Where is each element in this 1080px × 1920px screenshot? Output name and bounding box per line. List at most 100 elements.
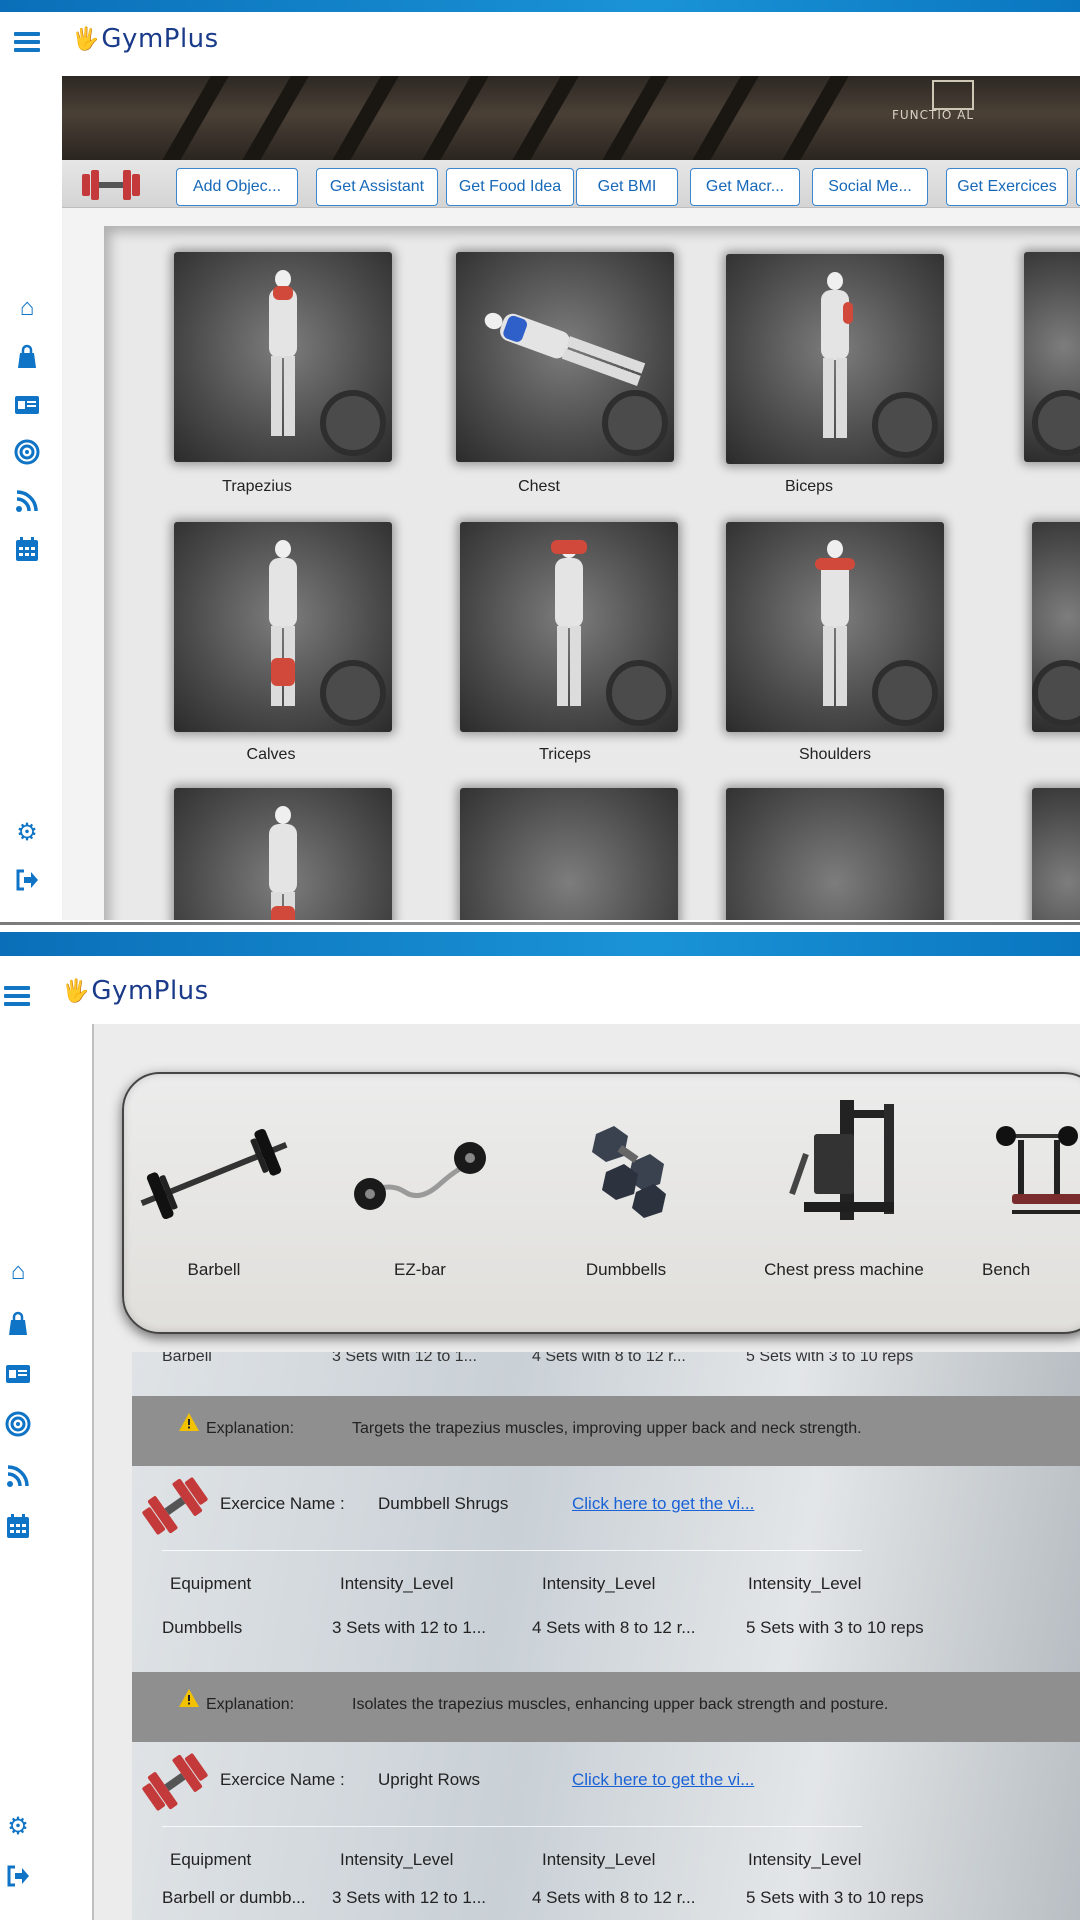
header-equipment: Equipment <box>170 1850 252 1869</box>
equipment-chest-press-machine[interactable]: Chest press machine <box>744 1074 944 1336</box>
cell-equipment: Barbell or dumbb... <box>162 1888 306 1907</box>
get-bmi-button[interactable]: Get BMI <box>576 168 678 206</box>
muscle-card-partial[interactable] <box>1032 522 1080 732</box>
header-intensity: Intensity_Level <box>748 1850 862 1869</box>
muscle-card-shoulders[interactable] <box>726 522 944 732</box>
add-object-button[interactable]: Add Objec... <box>176 168 298 206</box>
muscle-label: Biceps <box>784 478 834 495</box>
window-top-bar <box>0 0 1080 12</box>
dumbbell-icon <box>142 1477 208 1535</box>
target-icon[interactable] <box>13 438 41 466</box>
sign-out-icon[interactable] <box>4 1862 32 1890</box>
explanation-bar: Explanation: Targets the trapezius muscl… <box>132 1396 1080 1466</box>
exercise-row-partial: Barbell 3 Sets with 12 to 1... 4 Sets wi… <box>132 1352 1080 1396</box>
muscle-label: Calves <box>246 746 296 763</box>
cell-equipment: Barbell <box>162 1352 212 1365</box>
home-icon[interactable]: ⌂ <box>4 1258 32 1286</box>
menu-icon[interactable] <box>4 984 32 1008</box>
equipment-bench[interactable]: Bench <box>972 1074 1080 1336</box>
banner-text: FUNCTIO AL <box>892 108 975 122</box>
header-intensity: Intensity_Level <box>340 1850 454 1869</box>
window-top-bar <box>0 932 1080 956</box>
exercise-name-label: Exercice Name : <box>220 1770 345 1789</box>
app-logo: 🖐 GymPlus <box>62 976 209 1006</box>
get-food-idea-button[interactable]: Get Food Idea <box>446 168 574 206</box>
cell-equipment: Dumbbells <box>162 1618 243 1637</box>
calendar-icon[interactable] <box>4 1512 32 1540</box>
id-card-icon[interactable] <box>4 1360 32 1388</box>
equipment-ez-bar[interactable]: EZ-bar <box>330 1074 510 1336</box>
get-exercices-button[interactable]: Get Exercices <box>946 168 1068 206</box>
equipment-dumbbells[interactable]: Dumbbells <box>536 1074 716 1336</box>
exercise-card: Exercice Name : Dumbbell Shrugs Click he… <box>132 1466 1080 1672</box>
screen-bottom: 🖐 GymPlus ⌂ ⚙ Barbell 3 Sets with 12 to … <box>0 932 1080 1920</box>
get-macros-button[interactable]: Get Macr... <box>690 168 800 206</box>
cell-intensity: 3 Sets with 12 to 1... <box>332 1888 487 1907</box>
muscle-card-calves[interactable] <box>174 522 392 732</box>
muscle-card-glutes[interactable] <box>726 788 944 920</box>
equipment-label: Barbell <box>187 1260 241 1279</box>
muscle-grid: Trapezius Chest Biceps Calves Triceps Sh… <box>104 226 1080 920</box>
dumbbell-icon <box>142 1753 208 1811</box>
muscle-card-biceps[interactable] <box>726 254 944 464</box>
bench-icon <box>996 1126 1080 1214</box>
id-card-icon[interactable] <box>13 391 41 419</box>
muscle-card-trapezius[interactable] <box>174 252 392 462</box>
exercise-list: Barbell 3 Sets with 12 to 1... 4 Sets wi… <box>132 1352 1080 1920</box>
header-intensity: Intensity_Level <box>748 1574 862 1593</box>
target-icon[interactable] <box>4 1410 32 1438</box>
equipment-label: EZ-bar <box>394 1260 446 1279</box>
main-content: FUNCTIO AL Add Objec... Get Assistant Ge… <box>62 76 1080 920</box>
muscle-card-quadriceps[interactable] <box>174 788 392 920</box>
header-intensity: Intensity_Level <box>542 1574 656 1593</box>
chest-press-machine-icon <box>789 1100 894 1220</box>
cell-intensity: 4 Sets with 8 to 12 r... <box>532 1888 696 1907</box>
muscle-card-hamstrings[interactable] <box>460 788 678 920</box>
muscle-card-partial[interactable] <box>1032 788 1080 920</box>
video-link[interactable]: Click here to get the vi... <box>572 1770 754 1790</box>
header-intensity: Intensity_Level <box>542 1850 656 1869</box>
screen-top: 🖐 GymPlus ⌂ ⚙ FUNCTIO AL Add Objec... Ge… <box>0 0 1080 920</box>
shopping-bag-icon[interactable] <box>13 343 41 371</box>
cell-intensity: 4 Sets with 8 to 12 r... <box>532 1618 696 1637</box>
explanation-text: Targets the trapezius muscles, improving… <box>352 1420 862 1437</box>
muscle-card-partial[interactable] <box>1024 252 1080 462</box>
warning-icon <box>179 1689 199 1707</box>
exercise-name: Dumbbell Shrugs <box>378 1494 509 1513</box>
cell-intensity: 5 Sets with 3 to 10 reps <box>746 1888 924 1907</box>
rss-icon[interactable] <box>13 487 41 515</box>
home-icon[interactable]: ⌂ <box>13 294 41 322</box>
cell-intensity: 5 Sets with 3 to 10 reps <box>746 1352 914 1365</box>
logo-mark-icon: 🖐 <box>72 26 100 52</box>
social-media-button[interactable]: Social Me... <box>812 168 928 206</box>
video-link[interactable]: Click here to get the vi... <box>572 1494 754 1514</box>
cell-intensity: 3 Sets with 12 to 1... <box>332 1618 487 1637</box>
cell-intensity: 5 Sets with 3 to 10 reps <box>746 1618 924 1637</box>
equipment-label: Bench <box>982 1260 1031 1279</box>
equipment-barbell[interactable]: Barbell <box>124 1074 304 1336</box>
explanation-label: Explanation: <box>206 1420 295 1437</box>
menu-icon[interactable] <box>14 30 42 54</box>
cell-intensity: 3 Sets with 12 to 1... <box>332 1352 477 1365</box>
muscle-card-triceps[interactable] <box>460 522 678 732</box>
muscle-label: Triceps <box>539 746 591 763</box>
muscle-card-chest[interactable] <box>456 252 674 462</box>
gear-icon[interactable]: ⚙ <box>4 1812 32 1840</box>
gear-icon[interactable]: ⚙ <box>13 818 41 846</box>
get-assistant-button[interactable]: Get Assistant <box>316 168 438 206</box>
calendar-icon[interactable] <box>13 535 41 563</box>
explanation-bar: Explanation: Isolates the trapezius musc… <box>132 1672 1080 1742</box>
cell-intensity: 4 Sets with 8 to 12 r... <box>532 1352 686 1365</box>
shopping-bag-icon[interactable] <box>4 1310 32 1338</box>
exercise-name-label: Exercice Name : <box>220 1494 345 1513</box>
ez-bar-icon <box>354 1142 486 1210</box>
rss-icon[interactable] <box>4 1462 32 1490</box>
warning-icon <box>179 1413 199 1431</box>
sign-out-icon[interactable] <box>13 866 41 894</box>
exercise-name: Upright Rows <box>378 1770 481 1789</box>
equipment-selector: Barbell EZ-bar Dumbbells Chest press mac… <box>122 1072 1080 1334</box>
equipment-label: Dumbbells <box>585 1260 667 1279</box>
equipment-label: Chest press machine <box>764 1260 924 1279</box>
more-toolbar-button[interactable] <box>1076 168 1080 206</box>
app-title: GymPlus <box>91 976 209 1006</box>
